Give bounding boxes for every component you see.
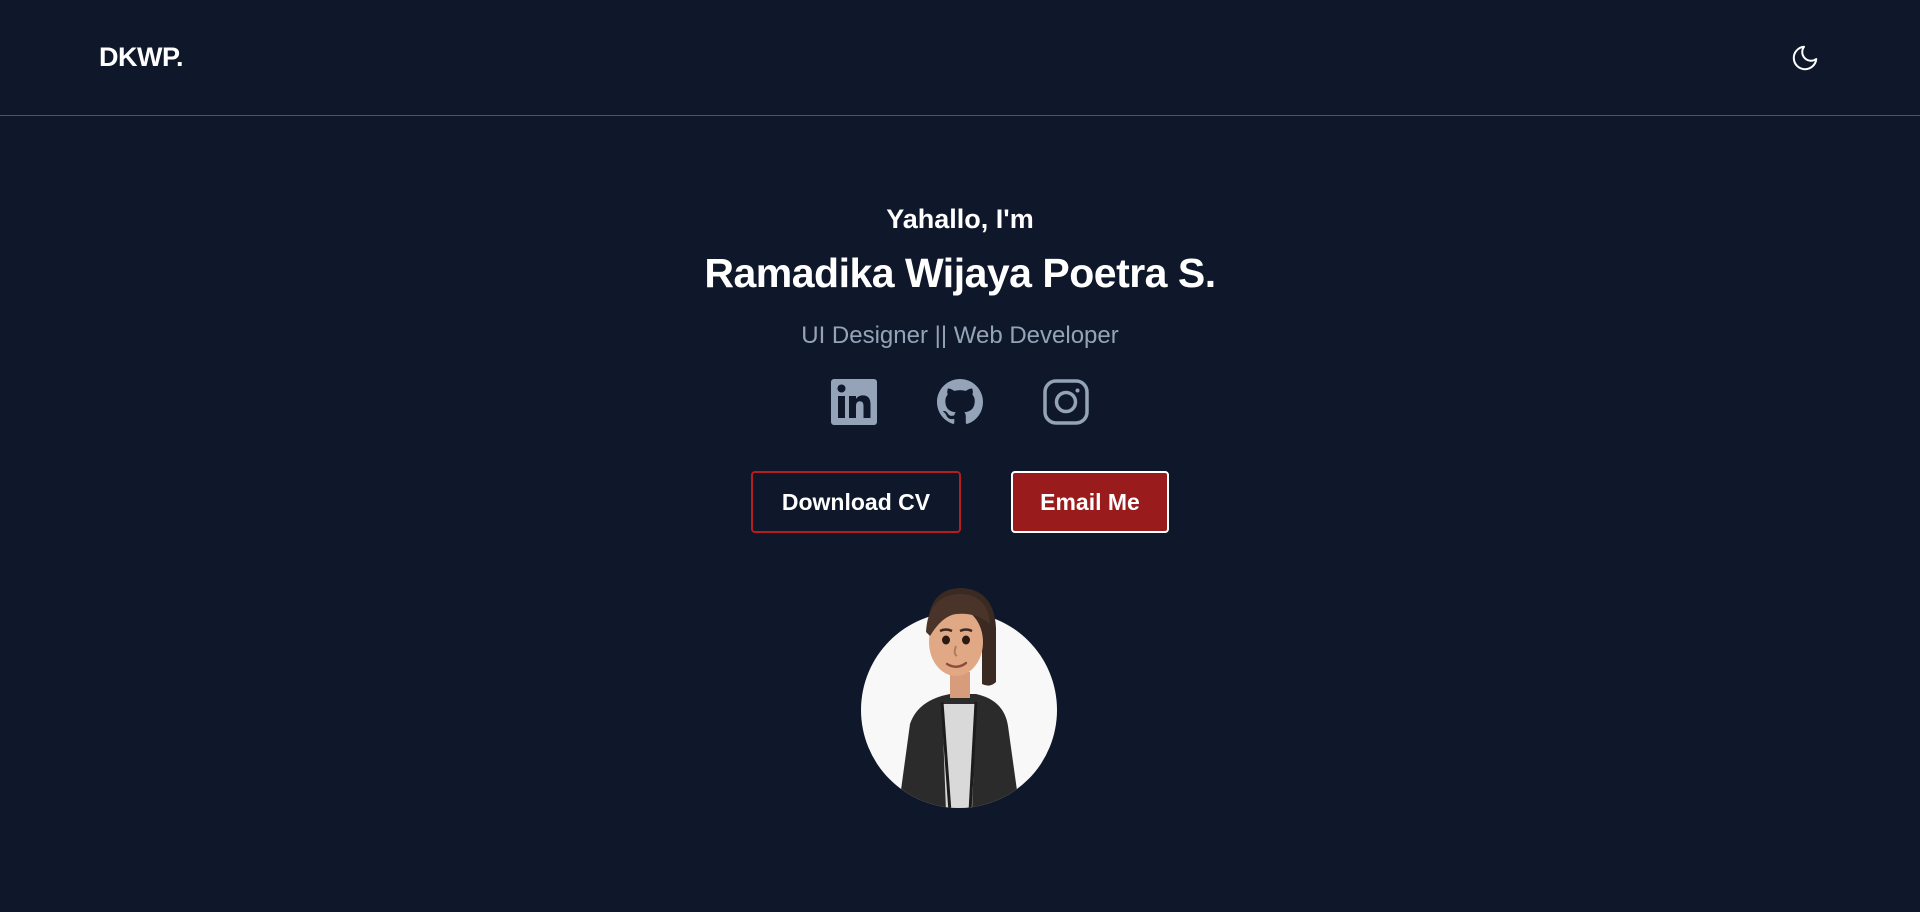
avatar-illustration [861, 588, 1057, 808]
greeting-text: Yahallo, I'm [886, 204, 1034, 234]
moon-icon [1792, 45, 1818, 71]
email-me-button[interactable]: Email Me [1011, 471, 1169, 533]
instagram-link[interactable] [1042, 378, 1090, 426]
github-icon [937, 379, 984, 424]
navbar: DKWP. [0, 0, 1920, 116]
instagram-icon [1043, 379, 1089, 425]
avatar [858, 584, 1062, 812]
download-cv-button[interactable]: Download CV [751, 471, 961, 533]
github-link[interactable] [936, 378, 984, 426]
linkedin-link[interactable] [830, 378, 878, 426]
cta-buttons: Download CV Email Me [0, 471, 1920, 533]
theme-toggle-button[interactable] [1789, 42, 1821, 74]
hero-role: UI Designer || Web Developer [801, 322, 1119, 349]
logo[interactable]: DKWP. [99, 42, 184, 73]
hero-name: Ramadika Wijaya Poetra S. [704, 250, 1216, 296]
linkedin-icon [831, 379, 877, 425]
social-links [0, 378, 1920, 426]
